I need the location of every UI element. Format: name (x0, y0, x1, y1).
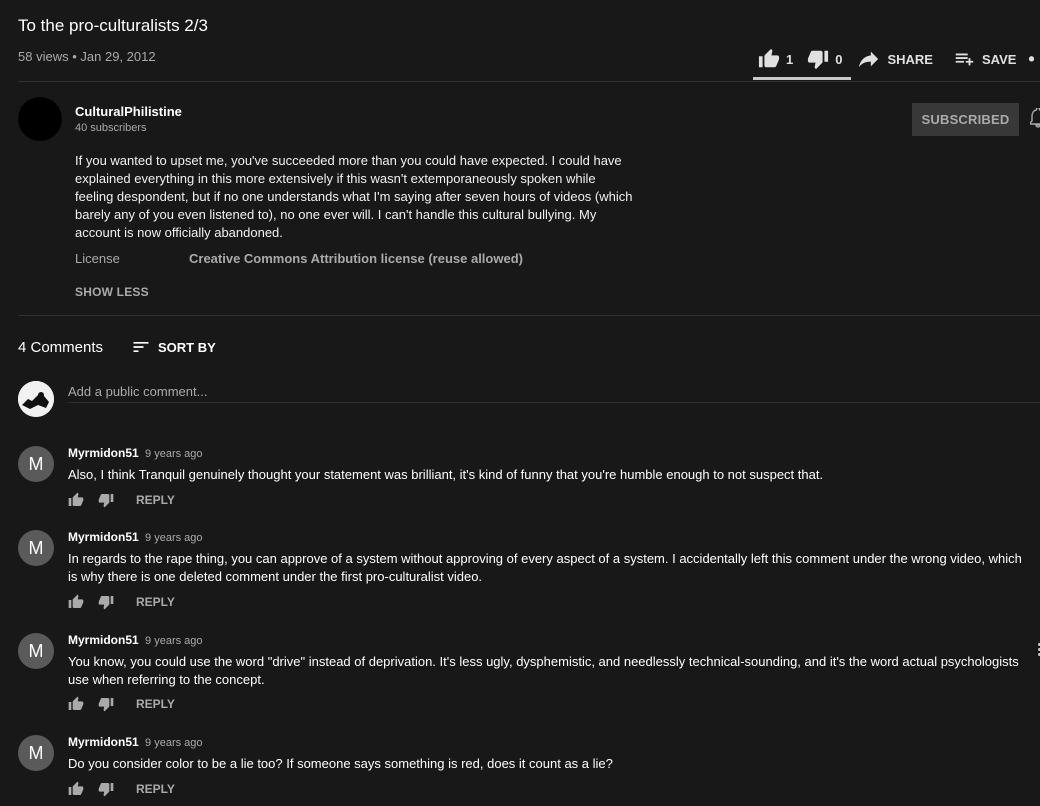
commenter-avatar[interactable]: M (18, 735, 54, 771)
commenter-avatar[interactable]: M (18, 446, 54, 482)
user-avatar (18, 381, 54, 417)
sort-by-label: SORT BY (158, 339, 216, 355)
share-button[interactable]: SHARE (858, 48, 933, 70)
sentiment-bar-fill (753, 77, 851, 80)
comment-actions: REPLY (68, 781, 175, 797)
comment-text: Also, I think Tranquil genuinely thought… (68, 467, 824, 482)
comment-like-button[interactable] (68, 781, 84, 797)
sort-lines-icon (133, 342, 149, 352)
comment-text: Do you consider color to be a lie too? I… (68, 756, 613, 771)
commenter-avatar[interactable]: M (18, 530, 54, 566)
thumb-down-icon (98, 596, 114, 610)
video-meta: 58 views • Jan 29, 2012 (18, 49, 156, 64)
save-label: SAVE (981, 51, 1017, 67)
dislike-button[interactable]: 0 (807, 48, 842, 70)
comment-text: You know, you could use the word "drive"… (68, 654, 1019, 687)
comment-like-button[interactable] (68, 594, 84, 610)
comment-reply-button[interactable]: REPLY (136, 595, 175, 609)
comment-actions: REPLY (68, 492, 175, 508)
comment-actions: REPLY (68, 696, 175, 712)
comments-count: 4 Comments (18, 339, 104, 356)
more-horizontal-icon[interactable]: • • (1028, 49, 1040, 70)
like-button[interactable]: 1 (758, 48, 793, 70)
video-actions: 1 0 SHARE SAVE • • (758, 48, 1040, 70)
channel-avatar[interactable] (18, 97, 62, 141)
view-count: 58 views (18, 49, 69, 64)
video-description: If you wanted to upset me, you've succee… (75, 153, 633, 240)
comment-time[interactable]: 9 years ago (145, 635, 202, 647)
license-link[interactable]: Creative Commons Attribution license (re… (189, 251, 523, 266)
thumb-up-icon (68, 492, 84, 506)
divider (18, 315, 1040, 316)
commenter-avatar[interactable]: M (18, 633, 54, 669)
thumb-up-icon (68, 594, 84, 608)
thumb-down-icon (98, 783, 114, 797)
comment-time[interactable]: 9 years ago (145, 737, 202, 749)
playlist-add-icon (955, 53, 974, 66)
comment-reply-button[interactable]: REPLY (136, 782, 175, 796)
comment-author[interactable]: Myrmidon51 (68, 446, 139, 460)
comment-reply-button[interactable]: REPLY (136, 697, 175, 711)
comment-dislike-button[interactable] (98, 781, 114, 797)
upload-date: Jan 29, 2012 (80, 49, 156, 64)
sentiment-bar (753, 77, 851, 80)
comment-author[interactable]: Myrmidon51 (68, 735, 139, 749)
channel-name[interactable]: CulturalPhilistine (75, 104, 182, 119)
comment-header: Myrmidon51 9 years ago (68, 735, 203, 749)
share-arrow-icon (859, 51, 879, 68)
bell-icon[interactable] (1030, 108, 1040, 128)
thumb-up-icon (68, 781, 84, 795)
comment-time[interactable]: 9 years ago (145, 448, 202, 460)
subscribed-button[interactable]: SUBSCRIBED (912, 103, 1019, 136)
comment-text: In regards to the rape thing, you can ap… (68, 551, 1022, 584)
comment-dislike-button[interactable] (98, 492, 114, 508)
thumb-down-icon (98, 698, 114, 712)
comment-author[interactable]: Myrmidon51 (68, 633, 139, 647)
comment-header: Myrmidon51 9 years ago (68, 633, 203, 647)
comment-item: M Myrmidon51 9 years ago In regards to t… (18, 530, 1040, 620)
comment-header: Myrmidon51 9 years ago (68, 446, 203, 460)
dislike-count: 0 (835, 51, 843, 67)
thumb-up-icon (68, 696, 84, 710)
like-count: 1 (786, 51, 794, 67)
comment-item: M Myrmidon51 9 years ago Also, I think T… (18, 446, 1040, 516)
user-avatar-image (18, 381, 54, 417)
show-less-button[interactable]: SHOW LESS (75, 285, 149, 299)
thumb-down-icon (98, 494, 114, 508)
subscriber-count: 40 subscribers (75, 122, 147, 134)
comment-item: M Myrmidon51 9 years ago You know, you c… (18, 633, 1040, 723)
comment-time[interactable]: 9 years ago (145, 532, 202, 544)
license-label: License (75, 251, 120, 266)
comment-like-button[interactable] (68, 696, 84, 712)
meta-separator: • (72, 49, 77, 64)
share-label: SHARE (887, 51, 933, 67)
add-comment-input[interactable] (68, 381, 1040, 403)
comment-dislike-button[interactable] (98, 696, 114, 712)
comment-header: Myrmidon51 9 years ago (68, 530, 203, 544)
sort-by-button[interactable]: SORT BY (131, 337, 216, 357)
comment-actions: REPLY (68, 594, 175, 610)
comment-reply-button[interactable]: REPLY (136, 493, 175, 507)
comment-like-button[interactable] (68, 492, 84, 508)
comment-item: M Myrmidon51 9 years ago Do you consider… (18, 735, 1040, 805)
video-title: To the pro-culturalists 2/3 (18, 16, 208, 35)
divider (18, 81, 1040, 82)
comment-author[interactable]: Myrmidon51 (68, 530, 139, 544)
thumb-down-icon (808, 50, 829, 70)
thumb-up-icon (758, 48, 780, 68)
comment-dislike-button[interactable] (98, 594, 114, 610)
save-button[interactable]: SAVE (953, 48, 1016, 70)
